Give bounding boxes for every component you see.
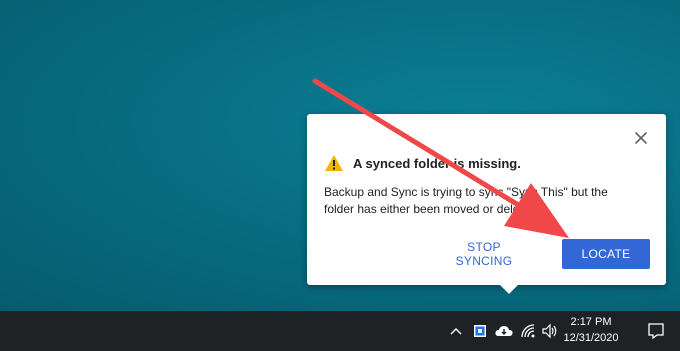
backup-sync-tray-button[interactable]	[470, 321, 490, 341]
close-icon	[635, 132, 647, 144]
cloud-icon	[495, 326, 513, 336]
taskbar: 2:17 PM 12/31/2020	[0, 311, 680, 351]
backup-sync-icon	[474, 325, 486, 337]
warning-icon	[325, 155, 343, 171]
popup-pointer	[499, 284, 519, 294]
close-button[interactable]	[632, 129, 650, 147]
notification-icon	[648, 323, 664, 340]
clock-date: 12/31/2020	[563, 332, 619, 344]
wifi-icon	[521, 324, 535, 338]
notification-popup: A synced folder is missing. Backup and S…	[307, 114, 666, 294]
stop-syncing-button[interactable]: STOP SYNCING	[434, 239, 534, 269]
taskbar-clock[interactable]: 2:17 PM 12/31/2020	[557, 314, 625, 346]
notification-header: A synced folder is missing.	[324, 154, 521, 172]
action-center-button[interactable]	[632, 311, 680, 351]
locate-button[interactable]: LOCATE	[562, 239, 650, 269]
chevron-up-icon	[450, 328, 462, 335]
notification-message: Backup and Sync is trying to sync "Sync …	[324, 185, 608, 216]
notification-title: A synced folder is missing.	[353, 155, 521, 171]
wifi-tray-button[interactable]	[518, 321, 538, 341]
show-hidden-icons-button[interactable]	[446, 321, 466, 341]
cloud-tray-button[interactable]	[494, 321, 514, 341]
clock-time: 2:17 PM	[570, 316, 612, 328]
